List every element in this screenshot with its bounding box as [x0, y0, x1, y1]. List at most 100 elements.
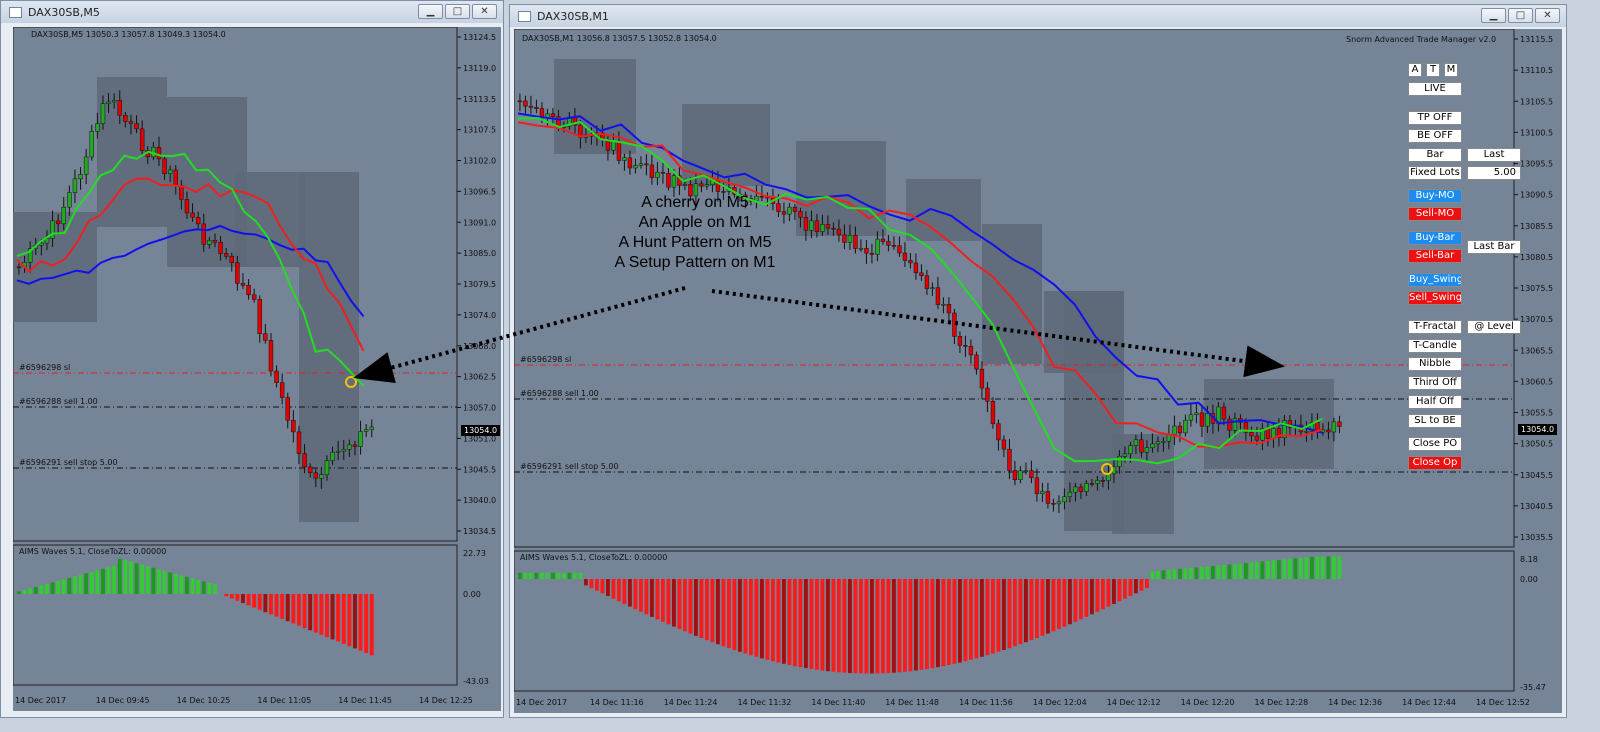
maximize-button[interactable]: □: [1508, 8, 1533, 23]
buy-swing-button[interactable]: Buy_Swing: [1408, 273, 1462, 287]
histogram-bar: [1095, 579, 1100, 612]
close-op-button[interactable]: Close Op: [1408, 456, 1462, 470]
lots-value-field[interactable]: 5.00: [1467, 166, 1521, 180]
candle-body: [106, 101, 111, 104]
last-button[interactable]: Last: [1467, 148, 1521, 162]
right-price-chart[interactable]: #6596298 sl #6596288 sell 1.00 #6596291 se…: [514, 29, 1562, 713]
histogram-bar: [980, 579, 984, 657]
candle-body: [891, 244, 897, 247]
candle-body: [550, 113, 556, 118]
histogram-bar: [341, 594, 346, 644]
histogram-bar: [1172, 569, 1177, 579]
histogram-bar: [578, 572, 583, 579]
candle-body: [1227, 418, 1232, 431]
half-off-button[interactable]: Half Off: [1408, 395, 1462, 409]
t-candle-button[interactable]: T-Candle: [1408, 339, 1462, 353]
maximize-button[interactable]: □: [445, 4, 470, 19]
close-button[interactable]: ✕: [1535, 8, 1560, 23]
sl-to-be-button[interactable]: SL to BE: [1408, 414, 1462, 428]
histogram-bar: [886, 579, 891, 673]
sell-swing-button[interactable]: Sell_Swing: [1408, 291, 1462, 305]
candle-body: [1133, 439, 1139, 446]
price-tick-label: 13055.5: [1520, 409, 1553, 418]
third-off-button[interactable]: Third Off: [1408, 376, 1462, 390]
histogram-bar: [17, 591, 21, 594]
histogram-bar: [45, 583, 49, 594]
candle-body: [869, 252, 875, 255]
histogram-bar: [1205, 566, 1210, 579]
candle-body: [1331, 421, 1337, 433]
indicator-plot-frame: [13, 544, 458, 686]
live-button[interactable]: LIVE: [1408, 82, 1462, 96]
candle-body: [352, 444, 358, 447]
tp-off-button[interactable]: TP OFF: [1408, 111, 1462, 125]
indicator-tick-label: 8.18: [1520, 555, 1538, 564]
histogram-bar: [1101, 579, 1105, 610]
left-chart-window[interactable]: DAX30SB,M5 ▁ □ ✕ #6596298 sl #6596288 sel…: [0, 0, 504, 718]
histogram-bar: [820, 579, 825, 671]
left-window-titlebar[interactable]: DAX30SB,M5 ▁ □ ✕: [1, 1, 503, 23]
left-price-chart[interactable]: #6596298 sl #6596288 sell 1.00 #6596291 se…: [13, 27, 501, 711]
histogram-bar: [269, 594, 273, 615]
order-line-label: #6596291 sell stop 5.00: [19, 458, 118, 467]
time-tick-label: 14 Dec 11:32: [738, 698, 792, 707]
close-po-button[interactable]: Close PO: [1408, 437, 1462, 451]
last-bar-button[interactable]: Last Bar: [1467, 240, 1521, 254]
nibble-button[interactable]: Nibble: [1408, 357, 1462, 371]
candle-body: [622, 157, 627, 161]
atm-t-button[interactable]: T: [1426, 63, 1440, 77]
histogram-bar: [1227, 564, 1232, 579]
candle-body: [246, 285, 251, 296]
close-button[interactable]: ✕: [472, 4, 497, 19]
sell-mo-button[interactable]: Sell-MO: [1408, 207, 1462, 221]
price-tick-label: 13065.5: [1520, 346, 1553, 355]
sell-bar-button[interactable]: Sell-Bar: [1408, 249, 1462, 263]
histogram-bar: [1288, 558, 1292, 579]
right-chart-canvas: #6596298 sl #6596288 sell 1.00 #6596291 se…: [514, 29, 1553, 707]
histogram-bar: [595, 579, 599, 591]
minimize-button[interactable]: ▁: [418, 4, 443, 19]
histogram-bar: [325, 594, 329, 638]
at-level-button[interactable]: @ Level: [1467, 320, 1521, 334]
histogram-bar: [958, 579, 962, 663]
histogram-bar: [117, 558, 122, 594]
candle-body: [1177, 425, 1183, 434]
candle-body: [979, 368, 985, 389]
bar-button[interactable]: Bar: [1408, 148, 1462, 162]
t-fractal-button[interactable]: T-Fractal: [1408, 320, 1462, 334]
be-off-button[interactable]: BE OFF: [1408, 129, 1462, 143]
histogram-bar: [870, 579, 874, 674]
minimize-button[interactable]: ▁: [1481, 8, 1506, 23]
time-tick-label: 14 Dec 12:04: [1033, 698, 1087, 707]
annotation-text: A cherry on M5 An Apple on M1 A Hunt Pat…: [585, 193, 805, 273]
candle-body: [809, 220, 814, 231]
candle-body: [1062, 496, 1067, 503]
histogram-bar: [914, 579, 918, 671]
histogram-bar: [1183, 568, 1188, 579]
histogram-bar: [831, 579, 836, 672]
candle-body: [853, 235, 858, 249]
buy-bar-button[interactable]: Buy-Bar: [1408, 231, 1462, 245]
atm-m-button[interactable]: M: [1444, 63, 1458, 77]
atm-a-button[interactable]: A: [1408, 63, 1422, 77]
histogram-bar: [666, 579, 671, 625]
right-window-titlebar[interactable]: DAX30SB,M1 ▁ □ ✕: [510, 5, 1566, 27]
candle-body: [655, 171, 660, 179]
price-tick-label: 13045.5: [463, 465, 496, 474]
histogram-bar: [897, 579, 902, 673]
candle-body: [235, 262, 240, 284]
histogram-bar: [1073, 579, 1078, 622]
price-tick-label: 13100.5: [1520, 128, 1553, 137]
right-chart-window[interactable]: DAX30SB,M1 ▁ □ ✕ #6596298 sl #6596288 sel…: [509, 4, 1567, 718]
histogram-bar: [969, 579, 973, 660]
ma-mid-line: [517, 121, 1323, 448]
histogram-bar: [556, 572, 561, 579]
fixed-lots-button[interactable]: Fixed Lots: [1408, 166, 1462, 180]
candle-body: [257, 299, 262, 334]
candle-body: [1199, 412, 1205, 427]
histogram-bar: [540, 572, 544, 579]
candle-body: [83, 156, 89, 175]
price-tick-label: 13040.0: [463, 496, 496, 505]
histogram-bar: [859, 579, 863, 674]
buy-mo-button[interactable]: Buy-MO: [1408, 189, 1462, 203]
